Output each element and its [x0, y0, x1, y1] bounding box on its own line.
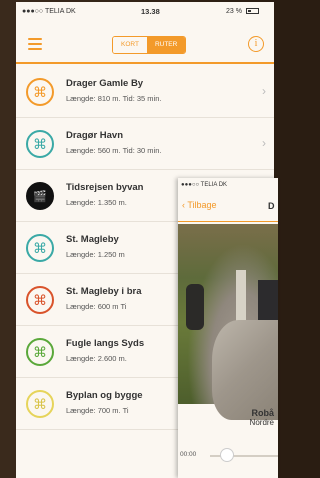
- route-row-dragor-havn[interactable]: ⌘ Dragør Havn Længde: 560 m. Tid: 30 min…: [16, 118, 274, 170]
- drone-icon: ⌘: [26, 78, 54, 106]
- audio-time: 00:00: [180, 451, 197, 458]
- route-details: Længde: 1.250 m: [66, 250, 125, 259]
- carrier-label: ●●●○○ TELIA DK: [22, 8, 76, 15]
- detail-photo: [178, 224, 278, 420]
- nav-bar: KORT RUTER i: [16, 24, 274, 64]
- route-details: Længde: 600 m Ti: [66, 302, 127, 311]
- detail-status-bar: ●●●○○ TELIA DK: [181, 182, 228, 188]
- tab-map[interactable]: KORT: [113, 37, 147, 53]
- detail-title: Robå: [251, 408, 275, 418]
- drone-icon: ⌘: [26, 130, 54, 158]
- route-title: St. Magleby: [66, 234, 119, 245]
- drone-icon: ⌘: [26, 286, 54, 314]
- route-row-drager-gamle-by[interactable]: ⌘ Drager Gamle By Længde: 810 m. Tid: 35…: [16, 66, 274, 118]
- chevron-right-icon: ›: [262, 136, 266, 150]
- detail-caption: Robå Nordre: [178, 408, 278, 427]
- back-label: Tilbage: [187, 200, 217, 210]
- detail-subtitle: Nordre: [249, 418, 274, 427]
- route-title: Fugle langs Syds: [66, 338, 145, 349]
- battery-percent: 23 %: [226, 8, 242, 15]
- hamburger-menu-icon[interactable]: [28, 38, 42, 50]
- clock: 13.38: [141, 7, 160, 16]
- route-details: Længde: 2.600 m.: [66, 354, 127, 363]
- drone-icon: ⌘: [26, 234, 54, 262]
- route-title: Byplan og bygge: [66, 390, 143, 401]
- chevron-right-icon: ›: [262, 84, 266, 98]
- photo-figure: [186, 284, 204, 330]
- film-icon: 🎬: [26, 182, 54, 210]
- photo-rock: [212, 320, 278, 420]
- drone-icon: ⌘: [26, 338, 54, 366]
- tab-routes[interactable]: RUTER: [146, 37, 186, 53]
- view-segmented-control: KORT RUTER: [112, 36, 187, 54]
- route-title: Drager Gamle By: [66, 78, 144, 89]
- detail-screen: ●●●○○ TELIA DK ‹ Tilbage D Robå Nordre 0…: [178, 178, 278, 478]
- audio-slider-knob[interactable]: [220, 448, 234, 462]
- drone-icon: ⌘: [26, 390, 54, 418]
- route-details: Længde: 810 m. Tid: 35 min.: [66, 94, 162, 103]
- detail-nav-title: D: [268, 201, 275, 211]
- back-button[interactable]: ‹ Tilbage: [182, 200, 217, 210]
- route-details: Længde: 1.350 m.: [66, 198, 127, 207]
- route-title: St. Magleby i bra: [66, 286, 142, 297]
- route-title: Dragør Havn: [66, 130, 124, 141]
- battery-indicator: 23 %: [226, 8, 259, 15]
- info-icon[interactable]: i: [248, 36, 264, 52]
- detail-nav-bar: ‹ Tilbage D: [178, 192, 278, 222]
- status-bar: ●●●○○ TELIA DK 13.38 23 %: [16, 2, 274, 22]
- route-details: Længde: 560 m. Tid: 30 min.: [66, 146, 162, 155]
- route-details: Længde: 700 m. Ti: [66, 406, 129, 415]
- battery-icon: [245, 8, 259, 15]
- route-title: Tidsrejsen byvan: [66, 182, 144, 193]
